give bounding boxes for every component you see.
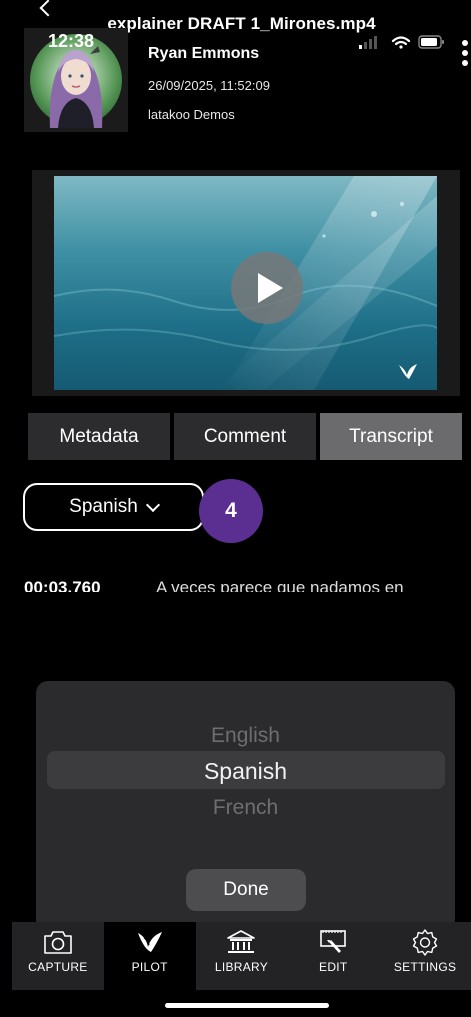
app-screen: explainer DRAFT 1_Mirones.mp4 12:38 Ryan…: [12, 0, 471, 1017]
nav-capture[interactable]: CAPTURE: [12, 922, 104, 990]
status-icons: [359, 35, 444, 49]
user-name: Ryan Emmons: [148, 45, 260, 62]
tab-metadata[interactable]: Metadata: [28, 413, 170, 460]
upload-date: 26/09/2025, 11:52:09: [148, 78, 270, 93]
picker-option-english[interactable]: English: [36, 724, 455, 748]
picker-option-spanish[interactable]: Spanish: [36, 758, 455, 785]
wifi-icon: [391, 36, 411, 49]
nav-library[interactable]: LIBRARY: [196, 922, 288, 990]
nav-edit[interactable]: EDIT: [287, 922, 379, 990]
tab-bar: Metadata Comment Transcript: [28, 413, 462, 460]
nav-pilot[interactable]: PILOT: [103, 922, 196, 990]
status-time: 12:38: [48, 31, 95, 51]
transcript-row[interactable]: 00:03.760 A veces parece que nadamos en: [24, 578, 454, 592]
video-player[interactable]: [32, 170, 460, 396]
user-group: latakoo Demos: [148, 107, 235, 122]
more-options-icon[interactable]: [461, 40, 469, 72]
bottom-nav: CAPTURE PILOT LIBRARY EDIT SETTINGS: [12, 922, 471, 990]
transcript-timestamp: 00:03.760: [24, 578, 101, 592]
tab-transcript[interactable]: Transcript: [320, 413, 462, 460]
library-building-icon: [227, 930, 256, 953]
nav-settings[interactable]: SETTINGS: [379, 922, 471, 990]
language-dropdown[interactable]: Spanish: [23, 483, 204, 531]
edit-frame-icon: [320, 930, 347, 953]
nav-library-label: LIBRARY: [214, 960, 269, 974]
chevron-down-icon: [145, 497, 160, 512]
signal-icon: [359, 36, 377, 49]
battery-icon: [418, 35, 444, 49]
bird-logo-icon: [137, 932, 162, 952]
play-icon: [258, 273, 283, 303]
home-indicator[interactable]: [165, 1003, 329, 1008]
nav-capture-label: CAPTURE: [28, 960, 88, 974]
camera-icon: [44, 931, 72, 954]
language-dropdown-label: Spanish: [69, 496, 138, 517]
video-thumbnail: [54, 176, 437, 390]
language-picker: English Spanish French Done: [36, 681, 455, 931]
nav-settings-label: SETTINGS: [393, 960, 457, 974]
step-badge: 4: [199, 479, 263, 543]
picker-option-french[interactable]: French: [36, 796, 455, 820]
latakoo-watermark-icon: [399, 364, 417, 379]
nav-pilot-label: PILOT: [131, 960, 168, 974]
done-button[interactable]: Done: [186, 869, 306, 911]
gear-icon: [412, 929, 438, 956]
transcript-text: A veces parece que nadamos en: [156, 578, 404, 592]
nav-edit-label: EDIT: [319, 960, 348, 974]
play-button[interactable]: [231, 252, 303, 324]
tab-comment[interactable]: Comment: [174, 413, 316, 460]
